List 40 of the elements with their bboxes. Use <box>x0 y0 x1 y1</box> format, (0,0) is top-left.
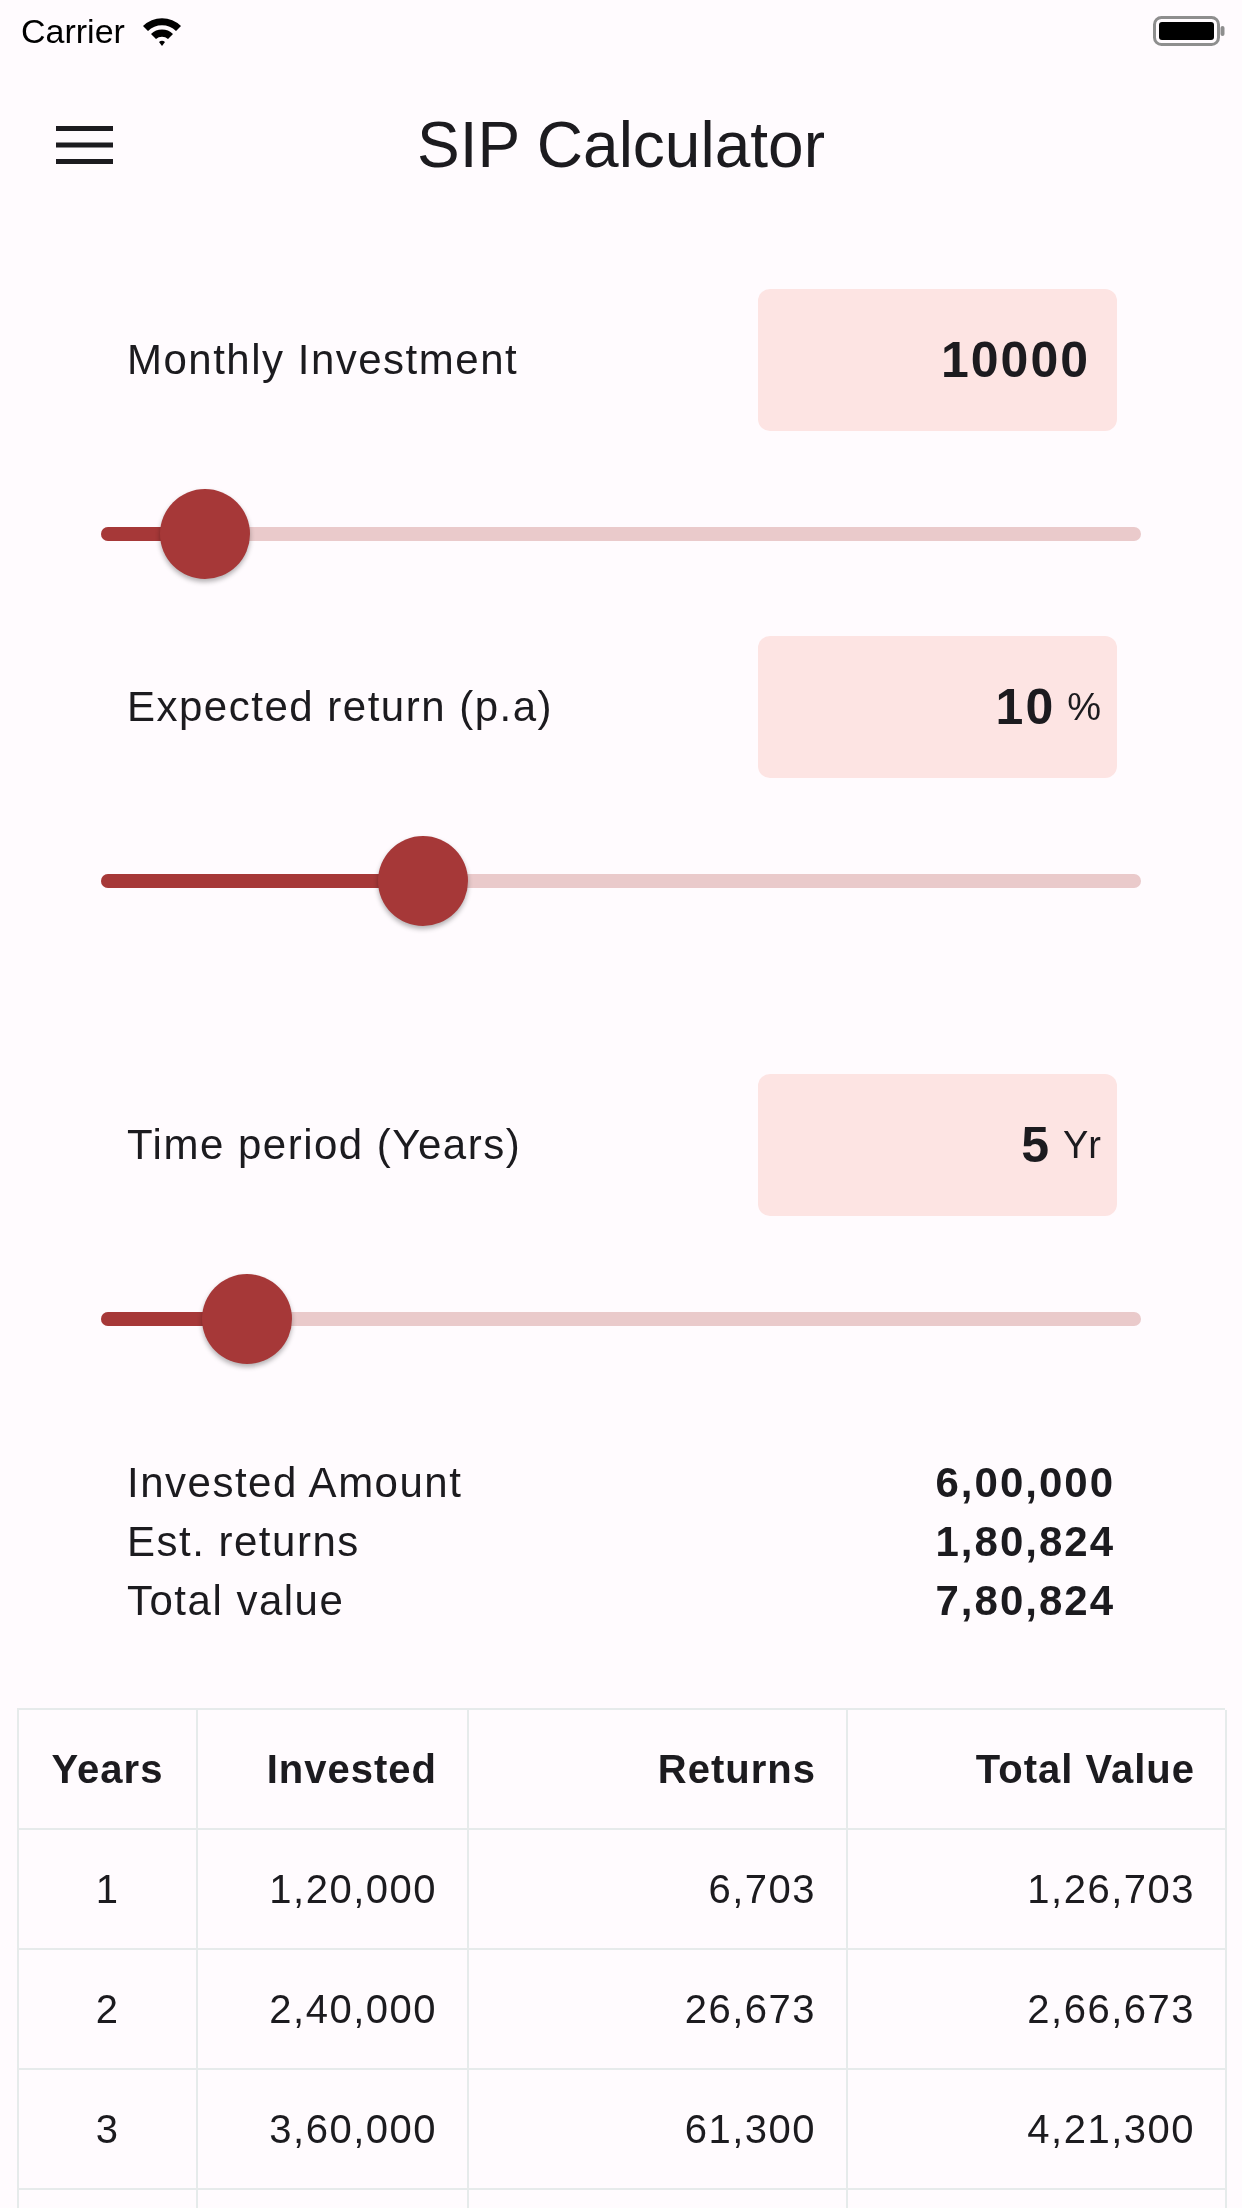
battery-icon <box>1153 16 1225 46</box>
summary-label: Total value <box>127 1579 345 1622</box>
column-header: Total Value <box>975 1749 1195 1789</box>
unit-label: % <box>1067 688 1101 726</box>
summary-label: Invested Amount <box>127 1461 463 1504</box>
table-cell: 1,26,703 <box>1027 1869 1195 1909</box>
slider-thumb[interactable] <box>201 1274 292 1364</box>
input-label: Expected return (p.a) <box>127 686 554 728</box>
slider[interactable] <box>101 489 1141 579</box>
table-cell: 3 <box>95 2109 120 2149</box>
table-cell: 26,673 <box>684 1989 816 2029</box>
slider-thumb[interactable] <box>378 836 469 926</box>
app-title: SIP Calculator <box>417 113 825 177</box>
summary-label: Est. returns <box>127 1520 360 1563</box>
table-cell: 4,21,300 <box>1027 2109 1195 2149</box>
slider-thumb[interactable] <box>160 489 250 579</box>
summary-value: 1,80,824 <box>935 1520 1115 1563</box>
column-header: Invested <box>266 1749 437 1789</box>
unit-label: Yr <box>1063 1126 1101 1164</box>
table-cell: 3,60,000 <box>269 2109 437 2149</box>
slider[interactable] <box>101 836 1141 926</box>
number-field[interactable]: 5 Yr <box>758 1074 1117 1216</box>
carrier-label: Carrier <box>21 14 125 48</box>
summary-value: 6,00,000 <box>935 1461 1115 1504</box>
number-field[interactable]: 10000 <box>758 289 1117 431</box>
summary-value: 7,80,824 <box>935 1579 1115 1622</box>
column-header: Returns <box>657 1749 816 1789</box>
input-label: Monthly Investment <box>127 339 519 381</box>
table-cell: 2,66,673 <box>1027 1989 1195 2029</box>
column-header: Years <box>51 1749 164 1789</box>
table-cell: 1 <box>95 1869 120 1909</box>
table-cell: 2 <box>95 1989 120 2029</box>
slider[interactable] <box>101 1274 1141 1364</box>
number-field[interactable]: 10 % <box>758 636 1117 778</box>
table-cell: 6,703 <box>708 1869 816 1909</box>
table-cell: 61,300 <box>684 2109 816 2149</box>
input-label: Time period (Years) <box>127 1124 522 1166</box>
table-cell: 1,20,000 <box>269 1869 437 1909</box>
menu-icon[interactable] <box>56 126 113 164</box>
table-cell: 2,40,000 <box>269 1989 437 2029</box>
